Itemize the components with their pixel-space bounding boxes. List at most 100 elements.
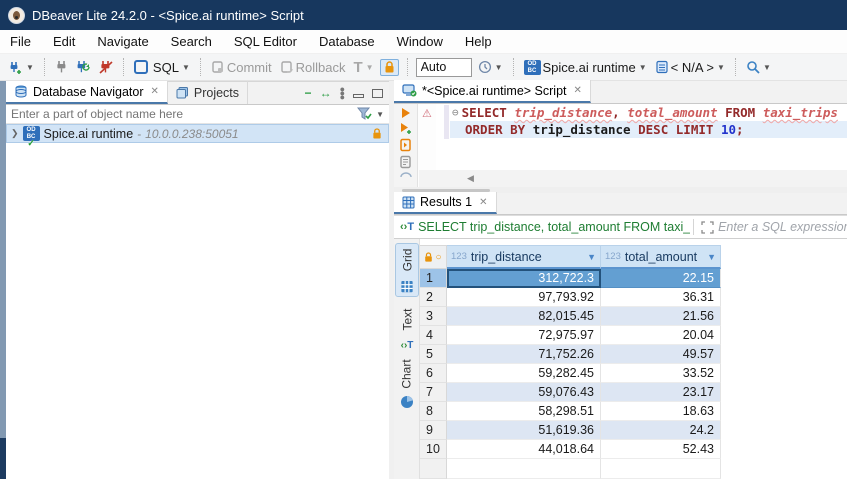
maximize-button[interactable] — [372, 89, 383, 98]
explain-plan-button[interactable] — [399, 155, 413, 169]
cell-total-amount[interactable]: 24.2 — [601, 421, 721, 440]
results-filter-sql[interactable]: SELECT trip_distance, total_amount FROM … — [418, 220, 690, 234]
search-button[interactable]: ▼ — [744, 58, 773, 76]
table-row[interactable]: 6 59,282.45 33.52 — [420, 364, 721, 383]
tab-script[interactable]: *<Spice.ai runtime> Script ✕ — [394, 80, 591, 103]
menu-help[interactable]: Help — [465, 34, 492, 49]
object-filter-input[interactable] — [6, 106, 357, 123]
cell-trip-distance[interactable]: 51,619.36 — [447, 421, 601, 440]
execute-script-button[interactable] — [399, 138, 413, 152]
commit-button[interactable]: Commit — [209, 58, 274, 77]
row-header[interactable]: 10 — [420, 440, 447, 459]
cell-total-amount[interactable]: 22.15 — [601, 269, 721, 288]
tab-results-1[interactable]: Results 1 ✕ — [394, 192, 497, 214]
cell-trip-distance[interactable]: 71,752.26 — [447, 345, 601, 364]
menu-navigate[interactable]: Navigate — [97, 34, 148, 49]
row-header[interactable]: 4 — [420, 326, 447, 345]
row-header[interactable]: 9 — [420, 421, 447, 440]
presentation-tab-grid[interactable]: Grid — [395, 243, 419, 297]
row-header[interactable]: 8 — [420, 402, 447, 421]
table-row[interactable]: 2 97,793.92 36.31 — [420, 288, 721, 307]
warning-triangle-icon[interactable]: ⚠ — [422, 107, 432, 120]
table-row[interactable]: 5 71,752.26 49.57 — [420, 345, 721, 364]
expand-chevron-icon[interactable]: ❯ — [11, 128, 19, 139]
scroll-left-arrow-icon[interactable]: ◀ — [467, 173, 474, 184]
cell-trip-distance[interactable]: 312,722.3 — [447, 269, 601, 288]
editor-more-tools-icon[interactable] — [400, 172, 412, 178]
cell-total-amount[interactable]: 52.43 — [601, 440, 721, 459]
presentation-tab-chart[interactable]: Chart — [395, 357, 419, 413]
filter-funnel-icon[interactable] — [357, 107, 373, 121]
cell-total-amount[interactable]: 49.57 — [601, 345, 721, 364]
menu-search[interactable]: Search — [171, 34, 212, 49]
table-row[interactable]: 8 58,298.51 18.63 — [420, 402, 721, 421]
sql-expression-placeholder[interactable]: Enter a SQL expression to — [718, 220, 847, 234]
cell-trip-distance[interactable]: 58,298.51 — [447, 402, 601, 421]
code-line-1[interactable]: ⊖ SELECT trip_distance, total_amount FRO… — [452, 104, 838, 121]
fold-collapse-icon[interactable]: ⊖ — [452, 106, 459, 119]
presentation-tab-text[interactable]: Text ‹›T — [395, 303, 419, 351]
row-header[interactable]: 7 — [420, 383, 447, 402]
table-row[interactable]: 10 44,018.64 52.43 — [420, 440, 721, 459]
column-header-trip-distance[interactable]: 123 trip_distance ▼ — [447, 245, 601, 269]
menu-database[interactable]: Database — [319, 34, 375, 49]
active-database-selector[interactable]: < N/A > ▼ — [653, 58, 727, 77]
table-row[interactable]: 1 312,722.3 22.15 — [420, 269, 721, 288]
row-header[interactable]: 6 — [420, 364, 447, 383]
caret-down-icon[interactable]: ▼ — [376, 110, 384, 119]
sql-editor-button[interactable]: SQL ▼ — [132, 58, 192, 77]
cell-trip-distance[interactable]: 82,015.45 — [447, 307, 601, 326]
editor-horizontal-scrollbar[interactable]: ◀ — [419, 170, 847, 187]
tree-item-connection[interactable]: ❯ ODBC Spice.ai runtime - 10.0.0.238:500… — [6, 124, 389, 143]
execute-statement-button[interactable] — [400, 107, 412, 119]
sort-filter-icon[interactable]: ▼ — [707, 252, 716, 262]
menu-file[interactable]: File — [10, 34, 31, 49]
cell-total-amount[interactable]: 33.52 — [601, 364, 721, 383]
menu-sql-editor[interactable]: SQL Editor — [234, 34, 297, 49]
menu-edit[interactable]: Edit — [53, 34, 75, 49]
cell-total-amount[interactable]: 20.04 — [601, 326, 721, 345]
row-header[interactable]: 5 — [420, 345, 447, 364]
tab-database-navigator[interactable]: Database Navigator ✕ — [6, 81, 168, 104]
table-row[interactable]: 9 51,619.36 24.2 — [420, 421, 721, 440]
tab-projects[interactable]: Projects — [168, 81, 248, 104]
restore-view-icon[interactable]: ↔ — [320, 86, 332, 100]
active-connection-selector[interactable]: ODBC Spice.ai runtime ▼ — [522, 58, 649, 77]
row-header[interactable]: 2 — [420, 288, 447, 307]
close-icon[interactable]: ✕ — [150, 86, 158, 97]
transaction-log-button[interactable]: ▼ — [476, 58, 505, 76]
execute-new-tab-button[interactable] — [399, 122, 413, 135]
cell-total-amount[interactable]: 21.56 — [601, 307, 721, 326]
cell-trip-distance[interactable]: 97,793.92 — [447, 288, 601, 307]
table-row[interactable]: 3 82,015.45 21.56 — [420, 307, 721, 326]
table-row[interactable]: 4 72,975.97 20.04 — [420, 326, 721, 345]
close-icon[interactable]: ✕ — [479, 197, 487, 208]
view-menu-icon[interactable]: ●●● — [340, 87, 345, 99]
expand-panel-icon[interactable] — [701, 221, 714, 234]
row-header[interactable]: 3 — [420, 307, 447, 326]
cell-total-amount[interactable]: 18.63 — [601, 402, 721, 421]
menu-window[interactable]: Window — [397, 34, 443, 49]
row-header[interactable]: 1 — [420, 269, 447, 288]
sort-filter-icon[interactable]: ▼ — [587, 252, 596, 262]
cell-trip-distance[interactable]: 72,975.97 — [447, 326, 601, 345]
transaction-mode-button[interactable]: T ▼ — [352, 57, 376, 78]
connect-button[interactable] — [53, 58, 70, 76]
reconnect-button[interactable] — [74, 58, 93, 76]
rollback-button[interactable]: Rollback — [278, 58, 348, 77]
grid-corner-cell[interactable]: ○ — [420, 245, 447, 269]
cell-total-amount[interactable]: 36.31 — [601, 288, 721, 307]
table-row[interactable]: 7 59,076.43 23.17 — [420, 383, 721, 402]
commit-mode-combo[interactable] — [416, 58, 472, 77]
minimize-view-icon[interactable]: − — [305, 86, 312, 100]
cell-total-amount[interactable]: 23.17 — [601, 383, 721, 402]
cell-trip-distance[interactable]: 59,282.45 — [447, 364, 601, 383]
code-line-2[interactable]: ORDER BY trip_distance DESC LIMIT 10; — [452, 121, 744, 138]
new-connection-button[interactable]: ▼ — [6, 58, 36, 77]
connection-lock-toggle[interactable] — [380, 59, 399, 76]
minimize-button[interactable] — [353, 94, 364, 98]
disconnect-button[interactable] — [97, 58, 115, 76]
column-header-total-amount[interactable]: 123 total_amount ▼ — [601, 245, 721, 269]
cell-trip-distance[interactable]: 44,018.64 — [447, 440, 601, 459]
close-icon[interactable]: ✕ — [574, 85, 582, 96]
